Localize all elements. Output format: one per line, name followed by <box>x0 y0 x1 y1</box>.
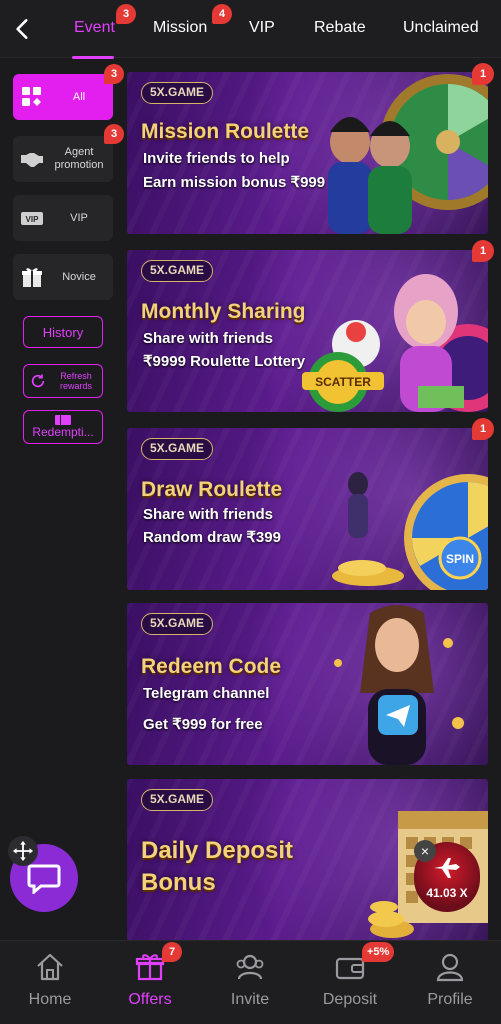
nav-invite[interactable]: Invite <box>200 941 300 1024</box>
category-all-badge: 3 <box>104 64 124 84</box>
close-widget-button[interactable]: × <box>414 840 436 862</box>
refresh-icon <box>31 374 45 388</box>
category-vip-label: VIP <box>70 211 88 224</box>
tab-unclaimed[interactable]: Unclaimed <box>403 19 479 37</box>
brand-logo: 5X.GAME <box>141 613 214 635</box>
category-novice[interactable]: Novice <box>13 254 113 300</box>
banner-title: Daily Deposit <box>141 837 294 864</box>
category-agent-promotion-label: Agent promotion <box>54 146 104 171</box>
banner-line-1: Share with friends <box>143 330 274 347</box>
svg-text:VIP: VIP <box>26 215 40 224</box>
category-novice-label: Novice <box>62 270 96 283</box>
banner-line-2: Get ₹999 for free <box>143 716 263 733</box>
scatter-character-image: SCATTER <box>302 274 488 412</box>
top-tab-bar: Event 3 Mission 4 VIP Rebate Unclaimed <box>0 0 501 59</box>
vip-icon: VIP <box>21 212 43 225</box>
brand-logo: 5X.GAME <box>141 82 214 104</box>
refresh-rewards-button[interactable]: Refresh rewards <box>23 364 103 398</box>
nav-deposit-badge: +5% <box>362 942 395 962</box>
redemption-button[interactable]: Redempti... <box>23 410 103 444</box>
category-agent-badge: 3 <box>104 124 124 144</box>
brand-logo: 5X.GAME <box>141 789 214 811</box>
refresh-rewards-label: Refresh rewards <box>59 371 92 391</box>
spin-text: SPIN <box>446 552 474 566</box>
banner-line-2: Earn mission bonus ₹999 <box>143 174 326 191</box>
profile-icon <box>436 953 464 982</box>
nav-invite-label: Invite <box>230 991 270 1008</box>
banner-draw-roulette[interactable]: SPIN 5X.GAME Draw Roulette Share with fr… <box>127 428 488 590</box>
banner-notification-badge: 1 <box>472 240 494 262</box>
banner-title: Mission Roulette <box>141 120 310 143</box>
banner-title: Monthly Sharing <box>141 300 306 323</box>
redemption-label: Redempti... <box>32 425 94 439</box>
banner-monthly-sharing[interactable]: SCATTER 5X.GAME Monthly Sharing Share wi… <box>127 250 488 412</box>
spin-wheel-image: SPIN <box>332 472 488 590</box>
tab-mission-badge: 4 <box>212 4 232 24</box>
nav-profile[interactable]: Profile <box>400 941 500 1024</box>
banner-line-1: Invite friends to help <box>143 150 290 167</box>
scatter-text: SCATTER <box>315 375 371 389</box>
roulette-wheel-image <box>328 74 488 234</box>
banner-line-2: Random draw ₹399 <box>143 529 281 546</box>
users-icon <box>236 954 264 980</box>
banner-mission-roulette[interactable]: 5X.GAME Mission Roulette Invite friends … <box>127 72 488 234</box>
category-vip[interactable]: VIP VIP <box>13 195 113 241</box>
nav-home-label: Home <box>28 991 72 1008</box>
drag-handle[interactable] <box>8 836 38 866</box>
brand-logo: 5X.GAME <box>141 438 214 460</box>
grid-icon <box>22 87 41 106</box>
multiplier-value: 41.03 X <box>426 886 468 900</box>
telegram-woman-image <box>334 605 464 765</box>
category-all-label: All <box>72 90 86 103</box>
chat-bubble-icon <box>27 864 61 894</box>
banner-notification-badge: 1 <box>472 418 494 440</box>
nav-home[interactable]: Home <box>0 941 100 1024</box>
history-label: History <box>42 324 84 340</box>
move-arrows-icon <box>12 840 34 862</box>
category-agent-promotion[interactable]: Agent promotion <box>13 136 113 182</box>
banner-line-2: ₹9999 Roulette Lottery <box>143 353 306 370</box>
nav-offers-label: Offers <box>128 991 172 1008</box>
banner-title-line-2: Bonus <box>141 869 216 896</box>
tab-event[interactable]: Event <box>74 19 115 37</box>
nav-offers[interactable]: Offers <box>100 941 200 1024</box>
banner-notification-badge: 1 <box>472 63 494 85</box>
category-all[interactable]: All <box>13 74 113 120</box>
nav-profile-label: Profile <box>427 991 473 1008</box>
history-button[interactable]: History <box>23 316 103 348</box>
home-icon <box>37 953 63 981</box>
tab-mission[interactable]: Mission <box>153 19 207 37</box>
nav-offers-badge: 7 <box>162 942 182 962</box>
nav-deposit-label: Deposit <box>322 991 378 1008</box>
back-arrow-icon[interactable] <box>10 16 36 42</box>
handshake-icon <box>21 153 43 167</box>
tab-rebate[interactable]: Rebate <box>314 19 366 37</box>
banner-line-1: Share with friends <box>143 506 274 523</box>
banner-line-1: Telegram channel <box>143 685 270 702</box>
bottom-navigation: Home Offers 7 Invite Deposit +5% Profile <box>0 940 501 1024</box>
tab-event-badge: 3 <box>116 4 136 24</box>
category-sidebar: All 3 Agent promotion 3 VIP VIP Novice H… <box>0 58 126 940</box>
banner-title: Draw Roulette <box>141 478 283 501</box>
banner-title: Redeem Code <box>141 655 282 678</box>
tab-vip[interactable]: VIP <box>249 19 275 37</box>
brand-logo: 5X.GAME <box>141 260 214 282</box>
ticket-icon <box>55 415 71 425</box>
airplane-icon <box>434 858 460 878</box>
gift-icon <box>22 268 42 287</box>
banner-redeem-code[interactable]: 5X.GAME Redeem Code Telegram channel Get… <box>127 603 488 765</box>
